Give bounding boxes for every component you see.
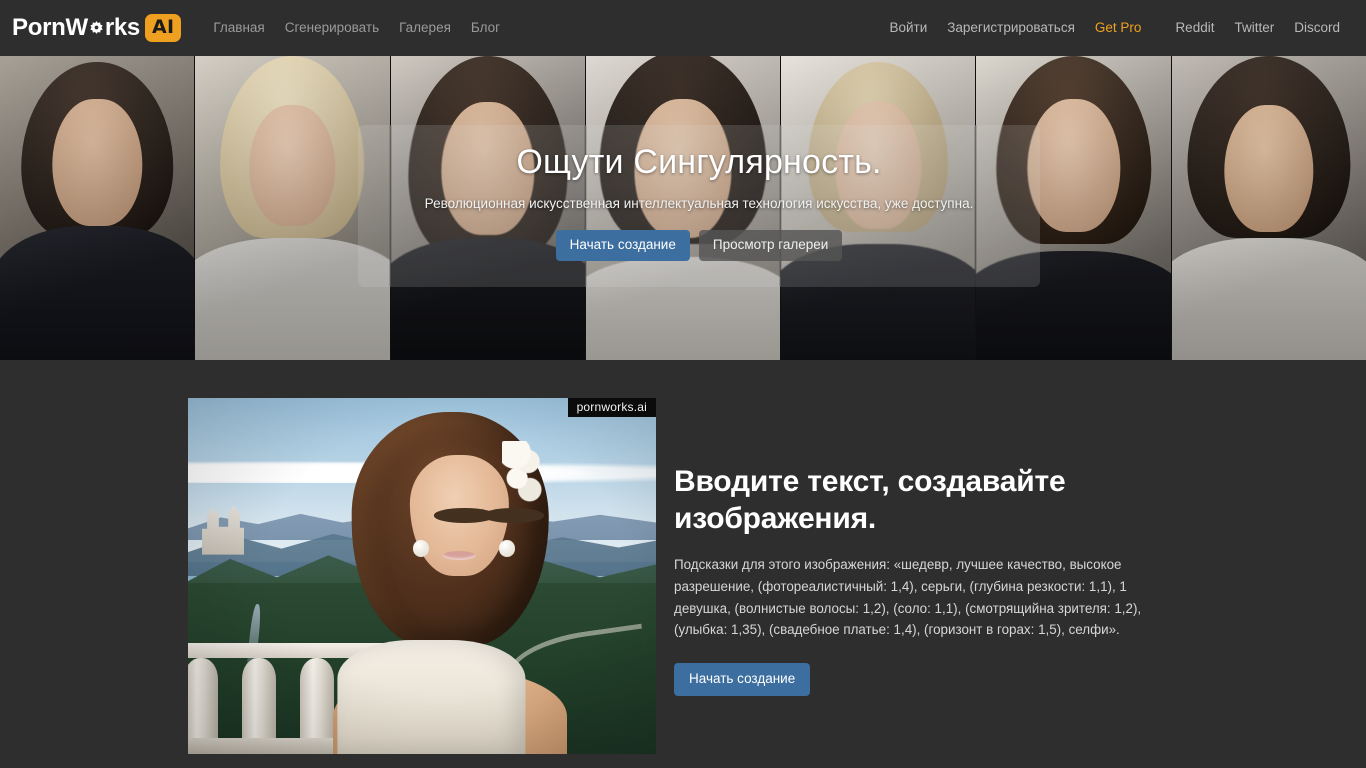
primary-nav: Главная Сгенерировать Галерея Блог	[203, 13, 510, 43]
brand-name: PornW rks	[12, 16, 140, 40]
nav-link-blog[interactable]: Блог	[461, 13, 510, 43]
brand-text-before: PornW	[12, 14, 88, 41]
nav-link-reddit[interactable]: Reddit	[1165, 13, 1224, 43]
watermark-label: pornworks.ai	[567, 398, 656, 417]
feature-inner: pornworks.ai Вводите текст, создавайте и…	[188, 398, 1178, 768]
brand-ai-badge: AI	[144, 14, 182, 42]
feature-section: pornworks.ai Вводите текст, создавайте и…	[0, 360, 1366, 768]
hero-photo-7	[1171, 56, 1366, 360]
hero-start-creating-button[interactable]: Начать создание	[555, 230, 690, 261]
hero-view-gallery-button[interactable]: Просмотр галереи	[698, 230, 843, 261]
feature-showcase-image: pornworks.ai	[188, 398, 656, 754]
feature-start-creating-button[interactable]: Начать создание	[674, 663, 811, 696]
hero-overlay-panel: Ощути Сингулярность. Революционная искус…	[358, 125, 1040, 287]
nav-link-discord[interactable]: Discord	[1284, 13, 1350, 43]
feature-heading: Вводите текст, создавайте изображения.	[674, 465, 1066, 535]
nav-link-generate[interactable]: Сгенерировать	[275, 13, 389, 43]
nav-link-twitter[interactable]: Twitter	[1224, 13, 1284, 43]
nav-link-gallery[interactable]: Галерея	[389, 13, 461, 43]
hero-button-group: Начать создание Просмотр галереи	[555, 230, 843, 261]
hero-title: Ощути Сингулярность.	[516, 143, 882, 181]
feature-copy: Вводите текст, создавайте изображения. П…	[674, 398, 1152, 696]
hero-banner: Ощути Сингулярность. Революционная искус…	[0, 56, 1366, 360]
brand-text-after: rks	[104, 14, 140, 41]
photo-vignette	[188, 398, 656, 754]
brand-logo[interactable]: PornW rks AI	[8, 12, 185, 44]
feature-paragraph: Подсказки для этого изображения: «шедевр…	[674, 557, 1142, 638]
nav-link-get-pro[interactable]: Get Pro	[1085, 13, 1152, 43]
nav-link-register[interactable]: Зарегистрироваться	[937, 13, 1085, 43]
hero-photo-1	[0, 56, 196, 360]
nav-link-home[interactable]: Главная	[203, 13, 274, 43]
nav-link-login[interactable]: Войти	[879, 13, 937, 43]
gear-icon	[88, 20, 105, 37]
secondary-nav: Войти Зарегистрироваться Get Pro Reddit …	[879, 13, 1350, 43]
navbar: PornW rks AI Главная Сгенерировать Галер…	[0, 0, 1366, 56]
hero-subtitle: Революционная искусственная интеллектуал…	[424, 196, 974, 212]
